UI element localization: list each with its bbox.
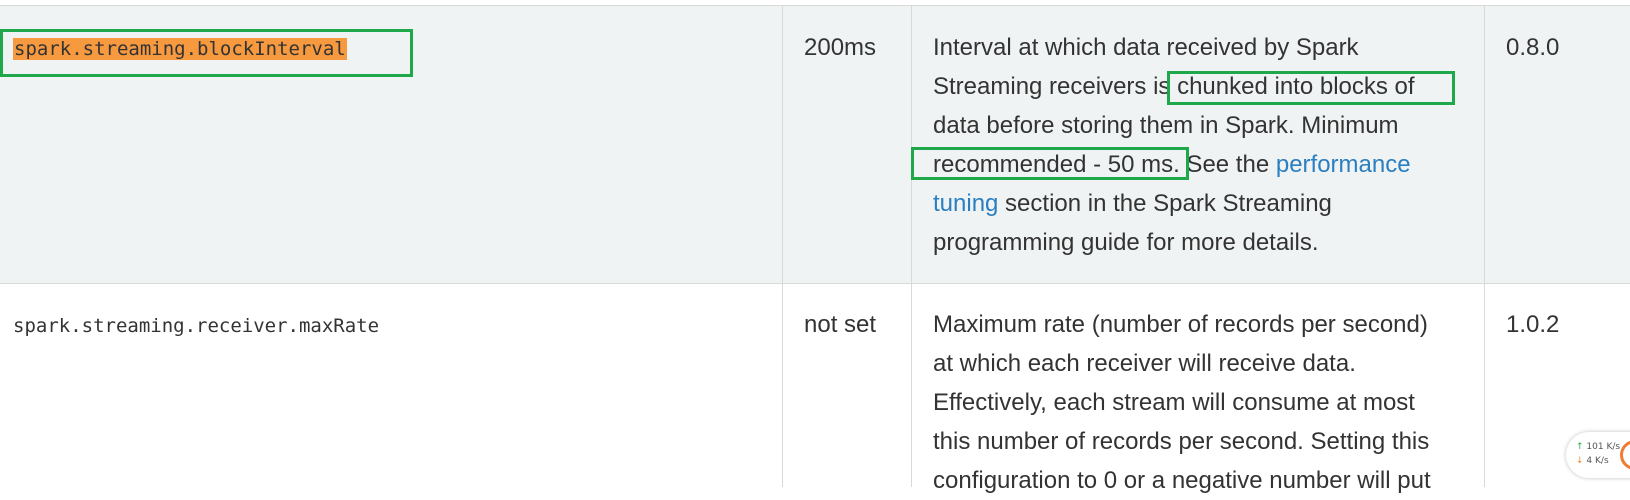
meaning-text: See the [1179, 151, 1276, 178]
meaning-text: section in the Spark Streaming [998, 190, 1332, 217]
download-speed: ↓ 4 K/s [1576, 456, 1609, 466]
meaning-line: tuning section in the Spark Streaming [933, 184, 1415, 223]
table-row-meaning: Maximum rate (number of records per seco… [933, 305, 1431, 500]
table-row-default: not set [804, 311, 877, 338]
column-divider [911, 5, 912, 487]
config-table: spark.streaming.blockInterval 200ms Inte… [0, 0, 1630, 494]
upload-speed: ↑ 101 K/s [1576, 442, 1620, 452]
meaning-line: configuration to 0 or a negative number … [933, 467, 1431, 494]
meaning-text: Streaming receivers is [933, 73, 1178, 100]
table-row-since: 1.0.2 [1506, 311, 1560, 338]
performance-tuning-link[interactable]: performance [1276, 151, 1411, 178]
table-row-since: 0.8.0 [1506, 34, 1560, 61]
meaning-line: data before storing them in Spark. Minim… [933, 112, 1399, 139]
meaning-line: Effectively, each stream will consume at… [933, 389, 1415, 416]
annotation-box-chunked [1167, 71, 1455, 105]
speed-ring-icon [1620, 440, 1630, 470]
column-divider [782, 5, 783, 487]
network-speed-widget[interactable]: ↑ 101 K/s ↓ 4 K/s [1566, 432, 1630, 478]
row-divider [0, 5, 1630, 6]
meaning-line: this number of records per second. Setti… [933, 428, 1430, 455]
download-value: 4 K/s [1586, 456, 1609, 466]
column-divider [1484, 5, 1485, 487]
annotation-box-recommended [911, 147, 1189, 180]
annotation-box-property [0, 29, 413, 77]
up-arrow-icon: ↑ [1576, 442, 1584, 452]
upload-value: 101 K/s [1586, 442, 1621, 452]
table-row-default: 200ms [804, 34, 877, 61]
table-row-property: spark.streaming.receiver.maxRate [13, 315, 380, 337]
performance-tuning-link[interactable]: tuning [933, 190, 998, 217]
meaning-line: Maximum rate (number of records per seco… [933, 311, 1428, 338]
row-divider [0, 283, 1630, 284]
meaning-line: programming guide for more details. [933, 229, 1319, 256]
down-arrow-icon: ↓ [1576, 456, 1584, 466]
table-row-meaning: Interval at which data received by Spark… [933, 28, 1415, 262]
meaning-line: at which each receiver will receive data… [933, 350, 1356, 377]
meaning-line: Interval at which data received by Spark [933, 34, 1359, 61]
